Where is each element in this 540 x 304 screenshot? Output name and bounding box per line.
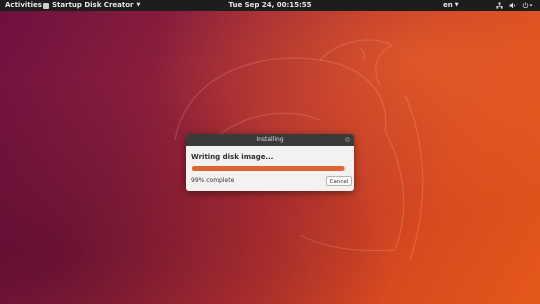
installing-dialog: Installing ✕ Writing disk image... 99% c… — [186, 134, 354, 191]
language-label: en — [443, 1, 453, 9]
startup-disk-creator-icon — [43, 2, 49, 9]
dialog-title: Installing — [256, 136, 284, 143]
system-tray[interactable] — [496, 0, 533, 11]
dialog-heading: Writing disk image... — [191, 153, 274, 161]
progress-bar-fill — [192, 166, 345, 171]
volume-icon — [509, 2, 515, 9]
close-icon[interactable]: ✕ — [345, 137, 350, 142]
network-wired-icon — [496, 2, 503, 9]
top-panel: Activities Startup Disk Creator ▼ Tue Se… — [0, 0, 540, 11]
app-menu-label: Startup Disk Creator — [52, 1, 134, 9]
clock[interactable]: Tue Sep 24, 00:15:55 — [228, 1, 311, 9]
power-icon — [522, 2, 533, 9]
language-menu[interactable]: en ▼ — [443, 0, 459, 11]
activities-button[interactable]: Activities — [5, 0, 42, 11]
dialog-titlebar[interactable]: Installing ✕ — [186, 134, 354, 146]
progress-bar — [192, 166, 346, 171]
cancel-button[interactable]: Cancel — [326, 176, 352, 186]
progress-text: 99% complete — [191, 177, 235, 184]
chevron-down-icon: ▼ — [454, 2, 459, 8]
chevron-down-icon: ▼ — [136, 2, 141, 8]
app-menu[interactable]: Startup Disk Creator ▼ — [43, 0, 140, 11]
